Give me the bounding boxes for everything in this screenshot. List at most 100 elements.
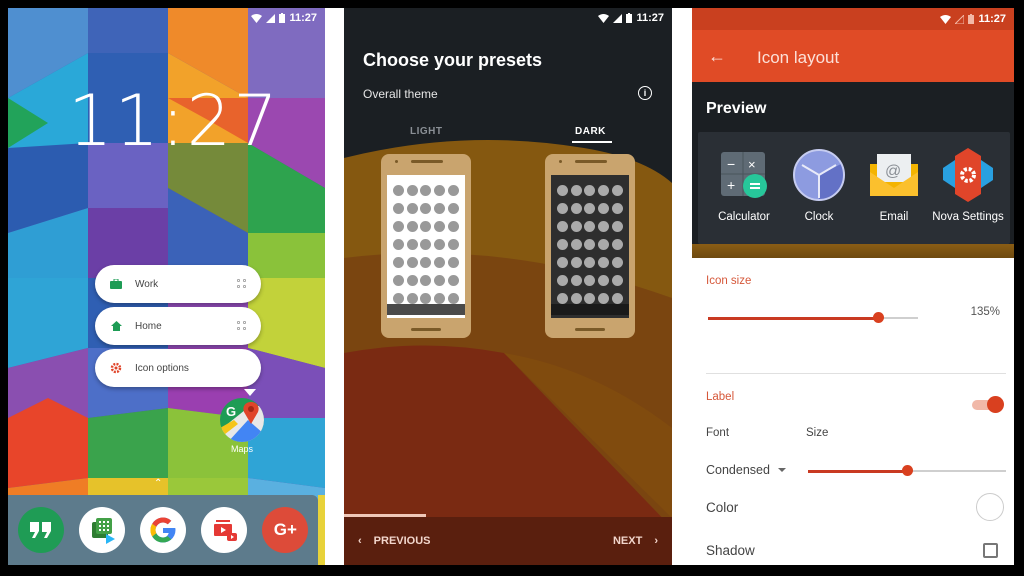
app-label: Calculator [718,211,770,223]
status-bar: 11:27 [251,8,325,28]
phone-camera [395,160,398,163]
wizard-footer: ‹ PREVIOUS NEXT › [344,517,672,565]
svg-text:G: G [226,404,236,419]
svg-text:−: − [727,156,735,172]
label-size-slider[interactable] [808,465,1006,476]
svg-text:+: + [727,177,735,193]
drag-handle-icon[interactable] [237,321,247,331]
shortcut-label: Icon options [135,362,189,374]
home-icon [109,319,123,333]
font-dropdown[interactable]: Condensed [706,463,786,477]
signal-icon [955,14,965,24]
font-heading: Font [706,427,730,439]
tab-indicator [572,141,612,143]
info-icon[interactable]: i [638,86,652,100]
slider-thumb[interactable] [873,312,885,323]
google-icon[interactable] [139,507,186,553]
panel-divider [672,8,692,565]
clock-icon [792,148,846,202]
phone-camera [559,160,562,163]
panel-divider [325,8,344,565]
status-time: 11:27 [978,13,1006,25]
svg-text:@: @ [885,163,901,180]
signal-icon [266,13,276,23]
shortcut-work[interactable]: Work [95,265,261,303]
phone-speaker [411,160,443,163]
wifi-icon [251,13,263,23]
dropdown-arrow-icon [777,468,786,472]
icon-size-value: 135% [970,306,1000,318]
wifi-icon [940,14,952,24]
phone-home-button [575,328,605,331]
google-maps-icon[interactable]: G [220,398,264,442]
icon-layout-panel: 11:27 ← Icon layout Preview − × + Calculat… [692,8,1014,565]
color-swatch[interactable] [976,493,1004,521]
preview-title: Preview [706,100,767,117]
light-theme-preview[interactable] [381,154,471,338]
icon-size-slider[interactable] [708,312,918,323]
phone-home-button [411,328,441,331]
app-label: Email [879,211,909,223]
shortcut-icon-options[interactable]: Icon options [95,349,261,387]
battery-icon [968,14,975,24]
preview-app-calculator: − × + Calculator [704,148,784,223]
hangouts-icon[interactable] [17,507,64,553]
shadow-label: Shadow [706,543,755,558]
app-label: Nova Settings [932,211,1004,223]
label-toggle[interactable] [972,396,1004,413]
phone-screen [387,175,465,318]
clock-widget[interactable]: 11:27 [68,80,280,162]
gear-icon [109,361,123,375]
email-icon: @ [867,148,921,202]
size-heading: Size [806,427,829,439]
signal-icon [613,13,623,23]
preview-app-nova-settings: Nova Settings [928,148,1008,223]
google-plus-label: G+ [273,520,297,539]
tab-dark[interactable]: DARK [575,126,606,137]
previous-label: PREVIOUS [373,535,431,547]
briefcase-icon [109,277,123,291]
app-label: Maps [230,444,253,454]
page-title: Icon layout [757,48,840,67]
screenshot-collage: 11:27 11:27 Work Home Icon options G Map… [0,0,1024,576]
youtube-icon[interactable] [201,507,248,553]
slider-thumb[interactable] [902,465,913,476]
back-arrow-icon[interactable]: ← [708,46,726,67]
app-drawer-arrow-icon[interactable]: ⌃ [154,478,162,489]
phone-navbar [387,304,465,315]
shadow-checkbox[interactable] [983,543,998,558]
status-bar: 11:27 [940,8,1014,30]
toggle-knob [987,396,1004,413]
battery-icon [626,13,633,23]
status-time: 11:27 [289,12,317,24]
font-value: Condensed [706,463,770,477]
nova-settings-icon [941,148,995,202]
drag-handle-icon[interactable] [237,279,247,289]
slider-fill [808,469,907,473]
shortcut-home[interactable]: Home [95,307,261,345]
phone-navbar [551,304,629,315]
app-label: Clock [804,211,834,223]
google-plus-icon[interactable]: G+ [262,507,309,553]
next-label: NEXT [612,535,643,547]
shortcut-label: Work [135,278,159,290]
tab-light[interactable]: LIGHT [410,126,443,137]
color-label: Color [706,500,739,515]
next-button[interactable]: NEXT › [613,535,658,547]
slider-fill [708,316,879,320]
preview-app-email: @ Email [854,148,934,223]
divider [706,373,1006,374]
chevron-left-icon: ‹ [358,535,362,547]
previous-button[interactable]: ‹ PREVIOUS [358,535,431,547]
page-title: Choose your presets [363,50,543,70]
popup-pointer [244,389,256,396]
home-screen-panel: 11:27 11:27 Work Home Icon options G Map… [8,8,325,565]
dark-theme-preview[interactable] [545,154,635,338]
play-apps-icon[interactable] [78,507,125,553]
calculator-icon: − × + [717,148,771,202]
wifi-icon [598,13,610,23]
phone-speaker [575,160,607,163]
label-heading: Label [706,391,735,403]
chevron-right-icon: › [654,535,658,547]
phone-screen [551,175,629,318]
